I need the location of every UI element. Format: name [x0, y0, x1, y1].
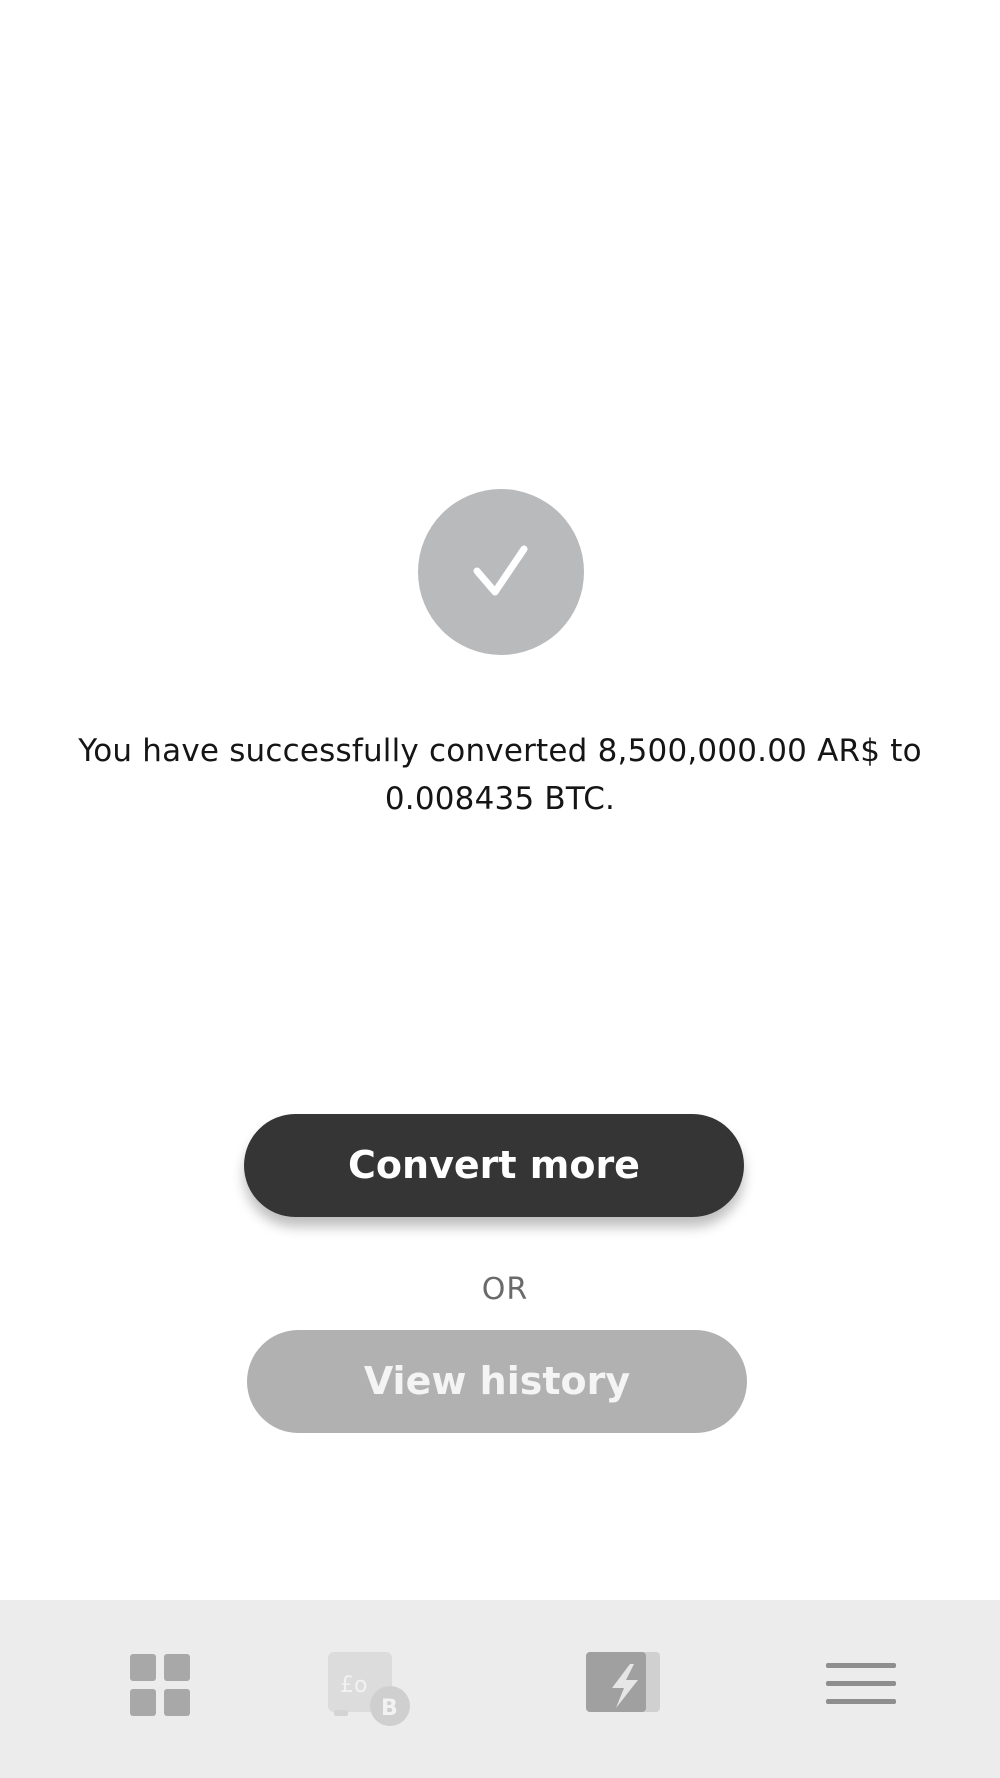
success-badge: [418, 489, 584, 655]
nav-item-menu[interactable]: [800, 1600, 920, 1778]
svg-text:B: B: [381, 1696, 398, 1721]
dashboard-grid-icon: [130, 1654, 190, 1716]
exchange-cash-bitcoin-icon: £o B: [328, 1652, 410, 1726]
nav-item-convert[interactable]: [560, 1600, 690, 1778]
nav-item-dashboard[interactable]: [100, 1600, 220, 1778]
checkmark-icon: [473, 545, 528, 596]
nav-item-exchange[interactable]: £o B: [300, 1600, 430, 1778]
bottom-nav-bar: £o B: [0, 1600, 1000, 1778]
lightning-convert-icon: [586, 1652, 660, 1712]
menu-hamburger-icon: [826, 1663, 896, 1704]
success-message-line2: 0.008435 BTC.: [384, 781, 616, 817]
svg-text:£o: £o: [340, 1673, 367, 1698]
success-message: You have successfully converted 8,500,00…: [20, 727, 980, 823]
success-message-line1: You have successfully converted 8,500,00…: [78, 733, 922, 769]
view-history-button[interactable]: View history: [247, 1330, 747, 1433]
or-separator: OR: [481, 1272, 529, 1307]
convert-more-button[interactable]: Convert more: [244, 1114, 744, 1217]
conversion-success-screen: You have successfully converted 8,500,00…: [0, 0, 1000, 1778]
